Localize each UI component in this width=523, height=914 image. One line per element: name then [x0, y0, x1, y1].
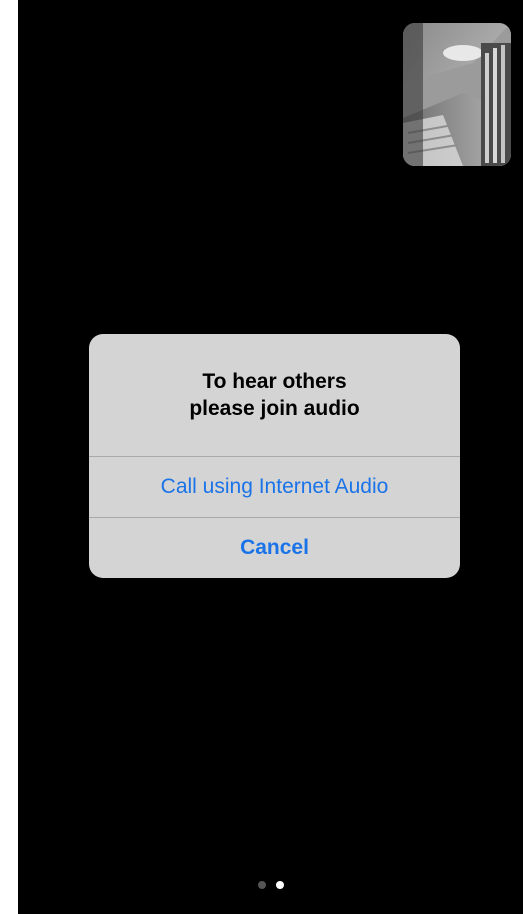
alert-title: To hear others please join audio: [89, 334, 460, 456]
page-dot-1[interactable]: [257, 881, 266, 889]
page-indicator[interactable]: [18, 881, 523, 889]
call-internet-audio-button[interactable]: Call using Internet Audio: [89, 456, 460, 517]
alert-title-line-2: please join audio: [189, 397, 360, 420]
self-video-thumbnail[interactable]: [403, 23, 511, 166]
self-video-feed: [403, 23, 511, 166]
meeting-screen: To hear others please join audio Call us…: [18, 0, 523, 914]
cancel-button[interactable]: Cancel: [89, 517, 460, 578]
page-dot-2[interactable]: [275, 881, 284, 889]
alert-title-line-1: To hear others: [202, 370, 347, 393]
join-audio-alert: To hear others please join audio Call us…: [89, 334, 460, 578]
